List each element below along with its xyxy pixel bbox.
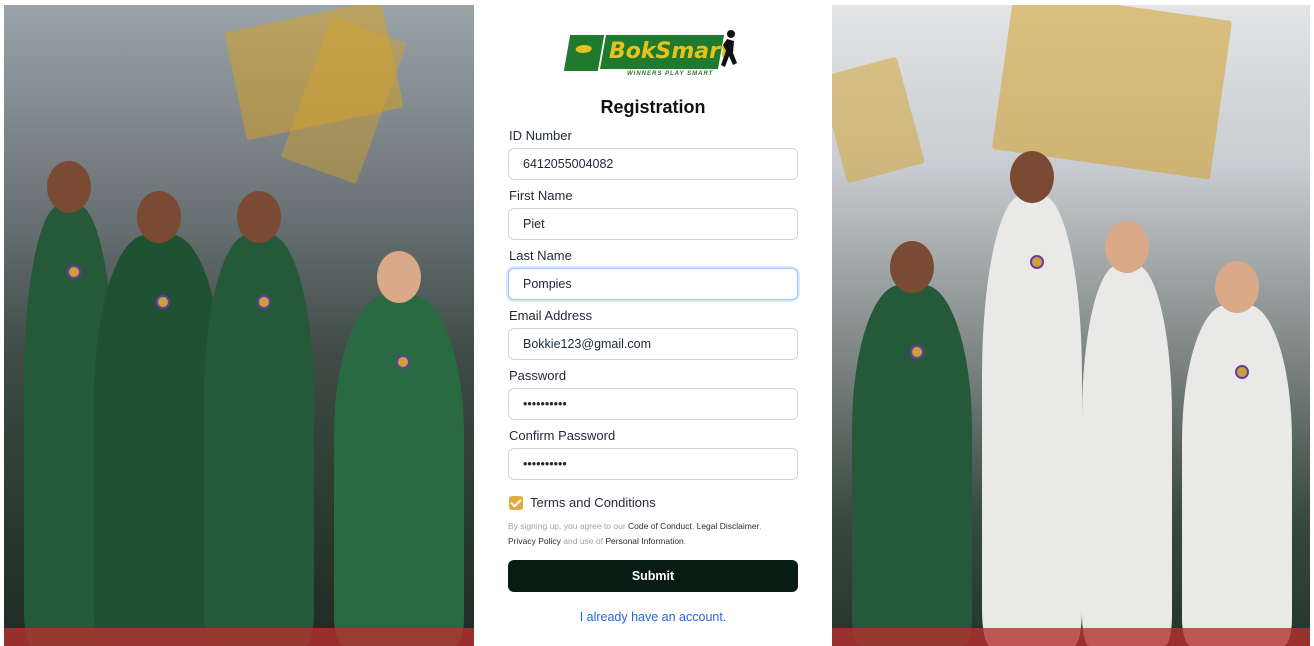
password-label: Password: [509, 368, 567, 383]
id-number-input[interactable]: [508, 148, 798, 180]
first-name-field: First Name: [508, 187, 798, 247]
legal-disclaimer-link[interactable]: Legal Disclaimer: [697, 521, 759, 531]
registration-panel: BokSmart WINNERS PLAY SMART Registration…: [474, 5, 832, 646]
stadium-floor: [832, 628, 1310, 646]
confetti-streamers: [832, 56, 925, 184]
background-photo-left: [4, 5, 474, 646]
player-figure: [852, 241, 972, 646]
player-figure: [1182, 261, 1292, 646]
last-name-label: Last Name: [509, 248, 572, 263]
last-name-input[interactable]: [508, 268, 798, 300]
player-figure: [982, 151, 1082, 646]
password-field: Password: [508, 367, 798, 427]
personal-information-link[interactable]: Personal Information: [605, 536, 683, 546]
terms-checkbox[interactable]: [509, 496, 523, 510]
password-input[interactable]: [508, 388, 798, 420]
registration-form: ID Number First Name Last Name Email Add…: [508, 127, 798, 487]
email-input[interactable]: [508, 328, 798, 360]
first-name-input[interactable]: [508, 208, 798, 240]
email-label: Email Address: [509, 308, 593, 323]
logo-tagline: WINNERS PLAY SMART: [627, 71, 714, 77]
confirm-password-label: Confirm Password: [509, 428, 616, 443]
boksmart-logo: BokSmart WINNERS PLAY SMART: [563, 29, 739, 85]
code-of-conduct-link[interactable]: Code of Conduct: [628, 521, 692, 531]
player-figure: [1082, 221, 1172, 646]
email-field: Email Address: [508, 307, 798, 367]
id-number-label: ID Number: [509, 128, 572, 143]
logo-wordmark: BokSmart: [609, 39, 731, 64]
springbok-icon: [563, 35, 605, 71]
page-title: Registration: [600, 97, 706, 117]
id-number-field: ID Number: [508, 127, 798, 187]
stadium-floor: [4, 628, 474, 646]
terms-label[interactable]: Terms and Conditions: [530, 495, 656, 510]
rugby-player-icon: [721, 30, 737, 67]
background-photo-right: [832, 5, 1310, 646]
player-figure: [204, 191, 314, 646]
first-name-label: First Name: [509, 188, 573, 203]
submit-button[interactable]: Submit: [508, 560, 798, 592]
signin-link[interactable]: I already have an account.: [474, 610, 832, 624]
last-name-field: Last Name: [508, 247, 798, 307]
confirm-password-input[interactable]: [508, 448, 798, 480]
privacy-policy-link[interactable]: Privacy Policy: [508, 536, 561, 546]
player-figure: [334, 251, 464, 646]
legal-notice: By signing up, you agree to our Code of …: [508, 521, 762, 546]
confirm-password-field: Confirm Password: [508, 427, 798, 487]
